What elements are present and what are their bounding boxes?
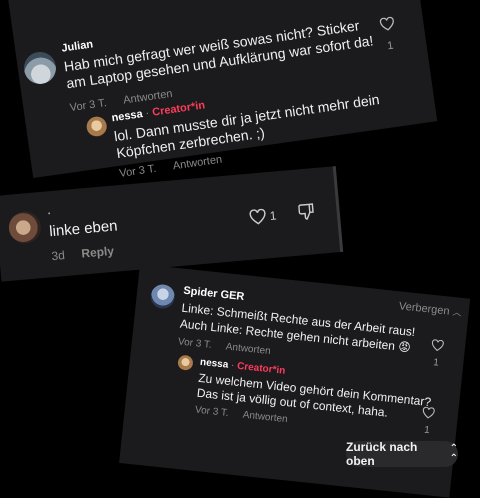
avatar-nessa[interactable]	[85, 115, 108, 138]
avatar-commenter[interactable]	[7, 210, 43, 245]
avatar-nessa[interactable]	[177, 354, 194, 372]
comment-author[interactable]: .	[47, 205, 51, 217]
comment-card-linke: . linke eben 3d Reply 1	[0, 166, 344, 282]
like-count: 1	[269, 208, 278, 224]
hide-label: Verbergen	[398, 300, 451, 318]
back-to-top-label: Zurück nach oben	[346, 440, 418, 468]
hide-button[interactable]: Verbergen ︿	[398, 299, 462, 318]
reply-button[interactable]: Reply	[81, 244, 115, 261]
reply-time: Vor 3 T.	[118, 162, 158, 180]
creator-badge: Creator*in	[236, 360, 286, 377]
comment-text: linke eben	[48, 217, 119, 241]
heart-icon[interactable]	[431, 339, 445, 352]
like-count: 1	[386, 39, 395, 53]
comment-author[interactable]: Spider GER	[183, 285, 245, 303]
like-count: 1	[423, 424, 431, 437]
heart-icon[interactable]	[421, 406, 435, 419]
reply-author[interactable]: nessa	[111, 108, 144, 124]
dislike-icon[interactable]	[298, 202, 316, 221]
angry-emoji-icon: 😡	[397, 339, 412, 355]
comment-time: 3d	[50, 248, 66, 264]
comment-card-julian: 6 Julian Hab mich gefragt wer weiß sowas…	[4, 0, 438, 180]
reply-button[interactable]: Antworten	[242, 410, 288, 426]
avatar-spider-ger[interactable]	[149, 283, 176, 310]
reply-button[interactable]: Antworten	[172, 154, 223, 173]
chevron-up-icon: ︿	[452, 306, 463, 318]
comment-time: Vor 3 T.	[69, 97, 108, 115]
reply-time: Vor 3 T.	[194, 404, 230, 420]
heart-icon[interactable]	[248, 208, 267, 226]
comment-time: Vor 3 T.	[177, 336, 213, 351]
back-to-top-button[interactable]: Zurück nach oben ⌃ ⌃	[346, 440, 458, 468]
avatar-julian[interactable]	[21, 49, 59, 87]
double-chevron-up-icon: ⌃ ⌃	[449, 443, 458, 464]
comment-author[interactable]: Julian	[61, 38, 94, 54]
reply-author[interactable]: nessa	[199, 357, 228, 371]
like-count: 1	[432, 357, 440, 369]
heart-icon[interactable]	[378, 16, 396, 32]
reply-button[interactable]: Antworten	[225, 341, 271, 357]
